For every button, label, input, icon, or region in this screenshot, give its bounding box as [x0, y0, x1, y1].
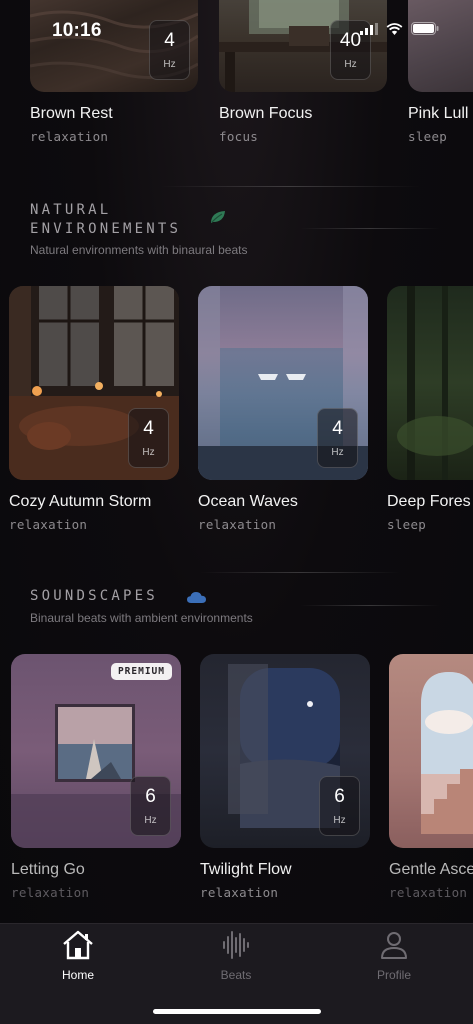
section-title-soundscapes: SOUNDSCAPES: [30, 588, 158, 604]
card-gentle-ascent[interactable]: [389, 654, 473, 848]
hz-badge: 4 Hz: [149, 20, 190, 80]
card-category: relaxation: [11, 885, 90, 900]
card-title: Brown Focus: [219, 105, 313, 122]
card-category: sleep: [408, 129, 448, 144]
premium-badge: PREMIUM: [110, 663, 172, 680]
card-cozy-autumn-storm[interactable]: 4 Hz: [9, 286, 179, 480]
tab-label: Profile: [376, 968, 411, 982]
status-icons: [360, 22, 439, 35]
card-category: relaxation: [200, 885, 279, 900]
hz-unit: Hz: [331, 446, 344, 458]
wifi-icon: [386, 22, 403, 35]
hz-unit: Hz: [333, 814, 346, 826]
card-deep-forest[interactable]: [387, 286, 473, 480]
section-subtitle: Natural environments with binaural beats: [30, 243, 248, 257]
card-title: Letting Go: [11, 861, 85, 878]
tab-label: Home: [61, 968, 94, 982]
tab-beats[interactable]: Beats: [176, 930, 296, 982]
hz-value: 4: [143, 417, 154, 439]
signal-icon: [360, 22, 378, 35]
home-indicator[interactable]: [153, 1009, 321, 1014]
section-title-line2: ENVIRONEMENTS: [30, 221, 182, 237]
hz-badge: 6 Hz: [319, 776, 360, 836]
section-divider: [300, 228, 440, 229]
hz-value: 40: [339, 29, 362, 51]
hz-badge: 4 Hz: [317, 408, 358, 468]
arch-stairs-image: [421, 672, 473, 834]
hz-value: 4: [332, 417, 343, 439]
leaf-icon: [211, 211, 225, 223]
card-category: relaxation: [30, 129, 109, 144]
hz-unit: Hz: [163, 58, 176, 70]
battery-icon: [411, 22, 439, 35]
hz-value: 4: [164, 29, 175, 51]
tab-profile[interactable]: Profile: [334, 930, 454, 982]
card-title: Gentle Asce: [389, 861, 473, 878]
card-brown-rest[interactable]: 4 Hz: [30, 0, 198, 92]
card-category: sleep: [387, 517, 427, 532]
card-letting-go[interactable]: PREMIUM 6 Hz: [11, 654, 181, 848]
waveform-icon: [223, 931, 249, 959]
hz-badge: 4 Hz: [128, 408, 169, 468]
section-divider: [300, 605, 440, 606]
tab-home[interactable]: Home: [18, 930, 138, 982]
section-title-natural: NATURAL ENVIRONEMENTS: [30, 201, 181, 239]
card-category: relaxation: [9, 517, 88, 532]
forest-image: [397, 286, 473, 480]
section-divider: [160, 186, 420, 187]
card-category: focus: [219, 129, 259, 144]
hz-unit: Hz: [344, 58, 357, 70]
card-title: Twilight Flow: [200, 861, 292, 878]
hz-unit: Hz: [142, 446, 155, 458]
status-time: 10:16: [52, 20, 102, 41]
card-twilight-flow[interactable]: 6 Hz: [200, 654, 370, 848]
person-icon: [381, 932, 407, 959]
card-title: Cozy Autumn Storm: [9, 493, 152, 510]
section-title-line1: NATURAL: [30, 202, 112, 218]
cloud-icon: [187, 592, 206, 603]
section-subtitle: Binaural beats with ambient environments: [30, 611, 253, 625]
card-pink-lull[interactable]: [408, 0, 473, 92]
card-ocean-waves[interactable]: 4 Hz: [198, 286, 368, 480]
hz-badge: 6 Hz: [130, 776, 171, 836]
tab-label: Beats: [220, 968, 252, 982]
section-divider: [200, 572, 400, 573]
hz-unit: Hz: [144, 814, 157, 826]
card-category: relaxation: [389, 885, 468, 900]
card-title: Pink Lull: [408, 105, 469, 122]
card-category: relaxation: [198, 517, 277, 532]
card-title: Brown Rest: [30, 105, 113, 122]
home-icon: [63, 930, 93, 960]
card-title: Deep Fores: [387, 493, 471, 510]
card-brown-focus[interactable]: 40 Hz: [219, 0, 387, 92]
hz-value: 6: [334, 785, 345, 807]
hz-value: 6: [145, 785, 156, 807]
card-title: Ocean Waves: [198, 493, 298, 510]
